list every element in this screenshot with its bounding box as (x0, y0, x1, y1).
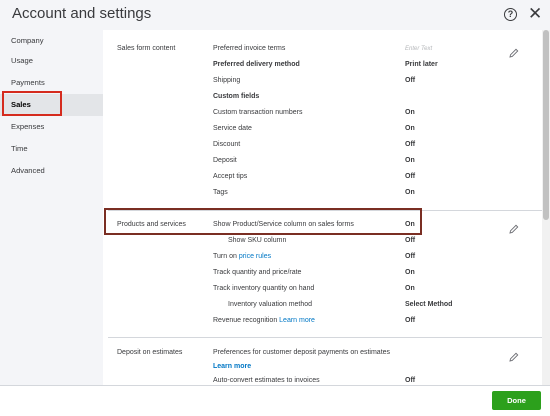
price-rules-value: Off (405, 253, 416, 260)
modal-header: Account and settings ? ✕ (0, 0, 550, 30)
sidebar-item-expenses[interactable]: Expenses (0, 116, 103, 138)
invoice-terms-value[interactable]: Enter Text (405, 46, 432, 52)
row-label-deposit: Deposit (213, 157, 237, 164)
row-label-show-sku-column: Show SKU column (228, 237, 287, 244)
row-label-track-inventory: Track inventory quantity on hand (213, 285, 315, 292)
edit-pencil-icon[interactable] (509, 221, 519, 234)
sidebar-item-usage[interactable]: Usage (0, 50, 103, 72)
help-icon[interactable]: ? (504, 8, 517, 21)
sidebar-item-advanced[interactable]: Advanced (0, 160, 103, 182)
auto-convert-estimates-value: Off (405, 377, 416, 384)
track-quantity-price-value: On (405, 269, 415, 276)
row-label-price-rules: Turn on price rules (213, 253, 271, 260)
row-label-shipping: Shipping (213, 77, 241, 84)
edit-pencil-icon[interactable] (509, 349, 519, 362)
edit-pencil-icon[interactable] (509, 45, 519, 58)
tags-value: On (405, 189, 415, 196)
price-rules-link[interactable]: price rules (239, 253, 271, 260)
deposit-learn-more-link[interactable]: Learn more (213, 363, 251, 370)
row-label-discount: Discount (213, 141, 241, 148)
close-icon[interactable]: ✕ (528, 4, 542, 24)
price-rules-prefix: Turn on (213, 253, 239, 260)
revenue-recognition-learn-more-link[interactable]: Learn more (279, 317, 315, 324)
row-label-track-quantity-price: Track quantity and price/rate (213, 269, 302, 276)
track-inventory-value: On (405, 285, 415, 292)
content-scrollbar[interactable] (542, 30, 550, 385)
section-title-sales-form-content: Sales form content (117, 45, 176, 52)
sidebar-item-sales[interactable]: Sales (0, 94, 103, 116)
sidebar-item-payments[interactable]: Payments (0, 72, 103, 94)
sidebar-item-time[interactable]: Time (0, 138, 103, 160)
row-label-accept-tips: Accept tips (213, 173, 248, 180)
deposit-value: On (405, 157, 415, 164)
row-label-invoice-terms: Preferred invoice terms (213, 45, 286, 52)
done-button[interactable]: Done (492, 391, 541, 410)
row-label-service-date: Service date (213, 125, 252, 132)
row-label-revenue-recognition: Revenue recognition Learn more (213, 317, 315, 324)
row-label-auto-convert-estimates: Auto-convert estimates to invoices (213, 377, 320, 384)
custom-transaction-numbers-value: On (405, 109, 415, 116)
settings-content: Sales form content Preferred invoice ter… (103, 30, 542, 385)
delivery-method-value: Print later (405, 61, 438, 68)
inventory-valuation-value: Select Method (405, 301, 453, 308)
row-label-delivery-method: Preferred delivery method (213, 61, 300, 68)
sidebar-item-company[interactable]: Company (0, 30, 103, 52)
shipping-value: Off (405, 77, 416, 84)
revenue-recognition-prefix: Revenue recognition (213, 317, 280, 324)
scrollbar-thumb[interactable] (543, 30, 549, 220)
row-label-custom-fields: Custom fields (213, 93, 260, 100)
page-title: Account and settings (12, 5, 152, 22)
row-label-inventory-valuation: Inventory valuation method (228, 301, 313, 308)
section-divider (108, 210, 542, 211)
settings-sidebar: Company Usage Payments Sales Expenses Ti… (0, 30, 103, 385)
section-divider (108, 337, 542, 338)
section-title-products-and-services: Products and services (117, 221, 186, 228)
show-sku-column-value: Off (405, 237, 416, 244)
section-title-deposit-on-estimates: Deposit on estimates (117, 349, 183, 356)
row-label-customer-deposit-preferences: Preferences for customer deposit payment… (213, 349, 391, 356)
row-label-tags: Tags (213, 189, 228, 196)
show-product-service-column-value: On (405, 221, 415, 228)
service-date-value: On (405, 125, 415, 132)
modal-footer: Done (0, 385, 550, 416)
accept-tips-value: Off (405, 173, 416, 180)
row-label-show-product-service-column: Show Product/Service column on sales for… (213, 221, 354, 228)
row-label-custom-transaction-numbers: Custom transaction numbers (213, 109, 303, 116)
revenue-recognition-value: Off (405, 317, 416, 324)
discount-value: Off (405, 141, 416, 148)
